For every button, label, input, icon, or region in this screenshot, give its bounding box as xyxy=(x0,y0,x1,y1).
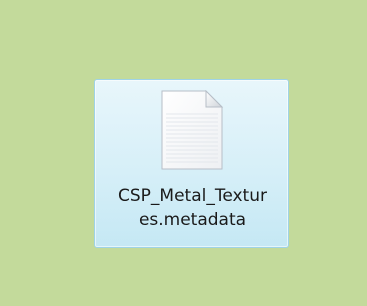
document-file-icon xyxy=(158,90,226,170)
file-name-line-2: es.metadata xyxy=(138,210,247,230)
file-name-line-1: CSP_Metal_Textur xyxy=(118,186,267,206)
desktop-background: CSP_Metal_Textur es.metadata xyxy=(0,0,367,306)
file-item-csp-metal-textures-metadata[interactable]: CSP_Metal_Textur es.metadata xyxy=(94,79,289,248)
file-name-label: CSP_Metal_Textur es.metadata xyxy=(95,184,290,232)
